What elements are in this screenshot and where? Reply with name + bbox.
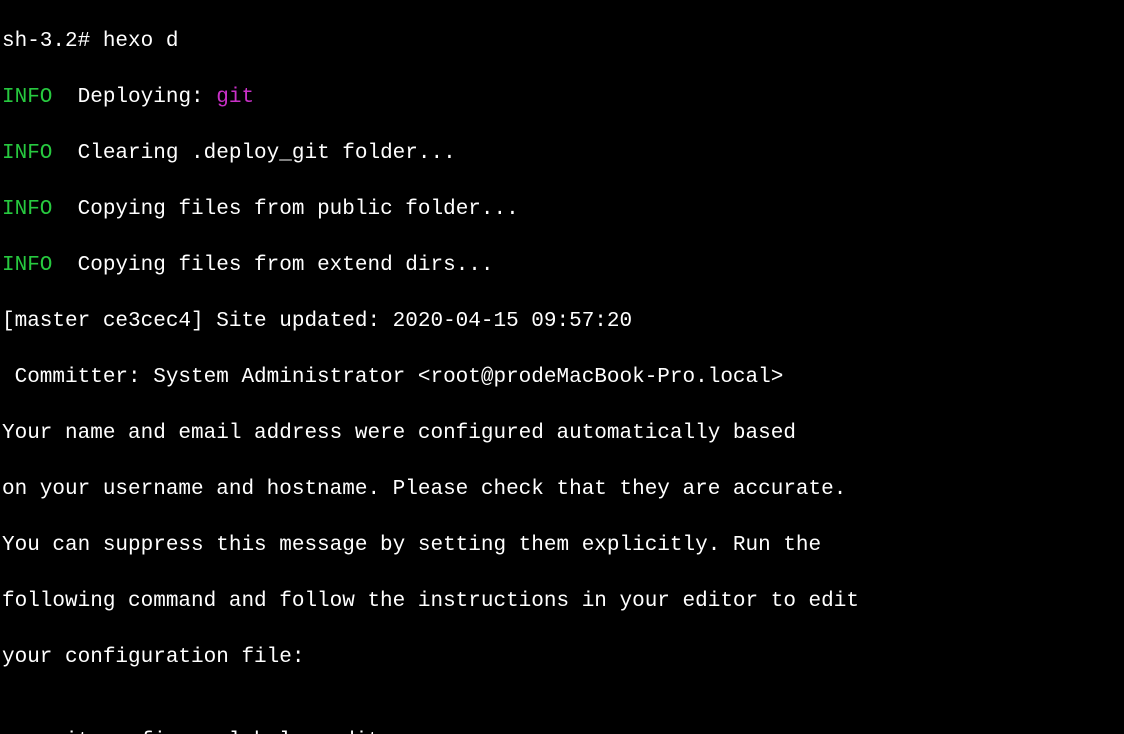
info-copy-extend: INFO Copying files from extend dirs... bbox=[2, 252, 1122, 280]
commit-line: [master ce3cec4] Site updated: 2020-04-1… bbox=[2, 308, 1122, 336]
info-label: INFO bbox=[2, 142, 52, 165]
output-text: Clearing .deploy_git folder... bbox=[52, 142, 455, 165]
msg-line: on your username and hostname. Please ch… bbox=[2, 476, 1122, 504]
info-copy-public: INFO Copying files from public folder... bbox=[2, 196, 1122, 224]
output-text: Deploying: bbox=[52, 86, 216, 109]
prompt-line: sh-3.2# hexo d bbox=[2, 28, 1122, 56]
typed-command: hexo d bbox=[103, 30, 179, 53]
info-deploying: INFO Deploying: git bbox=[2, 84, 1122, 112]
msg-line: Your name and email address were configu… bbox=[2, 420, 1122, 448]
msg-line: your configuration file: bbox=[2, 644, 1122, 672]
output-text: Copying files from public folder... bbox=[52, 198, 518, 221]
info-clearing: INFO Clearing .deploy_git folder... bbox=[2, 140, 1122, 168]
committer-line: Committer: System Administrator <root@pr… bbox=[2, 364, 1122, 392]
deploy-method: git bbox=[216, 86, 254, 109]
info-label: INFO bbox=[2, 86, 52, 109]
info-label: INFO bbox=[2, 254, 52, 277]
msg-line: following command and follow the instruc… bbox=[2, 588, 1122, 616]
shell-prompt: sh-3.2# bbox=[2, 30, 103, 53]
msg-line: You can suppress this message by setting… bbox=[2, 532, 1122, 560]
suggested-command: git config --global --edit bbox=[2, 728, 1122, 734]
info-label: INFO bbox=[2, 198, 52, 221]
output-text: Copying files from extend dirs... bbox=[52, 254, 493, 277]
terminal-output[interactable]: sh-3.2# hexo d INFO Deploying: git INFO … bbox=[0, 0, 1124, 734]
